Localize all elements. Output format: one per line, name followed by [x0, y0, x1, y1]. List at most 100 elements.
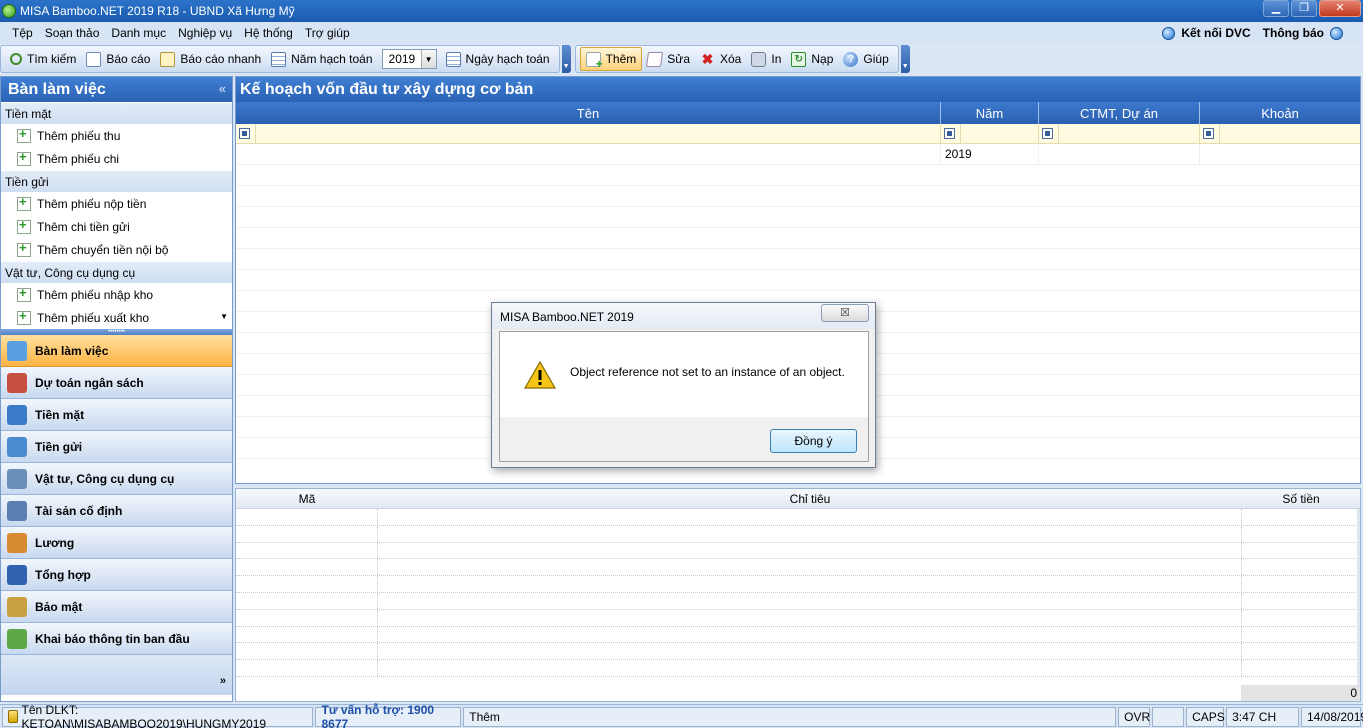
table-row[interactable]: 2019 — [236, 144, 1360, 165]
nav-initial-setup[interactable]: Khai báo thông tin ban đầu — [1, 623, 232, 655]
fiscal-year-text: Năm hạch toán — [291, 52, 373, 66]
maximize-button[interactable]: ❐ — [1291, 0, 1317, 17]
nav-salary[interactable]: Lương — [1, 527, 232, 559]
reload-button[interactable]: ↻ Nạp — [786, 47, 838, 71]
collapse-panel-icon[interactable]: « — [219, 81, 226, 96]
filter-item-input[interactable] — [1220, 124, 1360, 143]
task-add-bank-payment[interactable]: Thêm chi tiền gửi — [1, 215, 232, 238]
task-group-title: Tiền gửi — [1, 170, 232, 192]
detail-grid-header: Mã Chỉ tiêu Số tiền — [236, 489, 1360, 509]
dialog-message: Object reference not set to an instance … — [570, 365, 845, 379]
filter-toggle[interactable] — [236, 124, 256, 143]
status-bar: Tên DLKT: KETOAN\MISABAMBOO2019\HUNGMY20… — [0, 703, 1363, 728]
filter-toggle[interactable] — [1200, 124, 1220, 143]
chevron-down-icon[interactable]: ▼ — [420, 50, 436, 68]
dialog-content: Object reference not set to an instance … — [499, 331, 869, 462]
add-document-icon — [17, 126, 31, 143]
column-header-project[interactable]: CTMT, Dự án — [1039, 102, 1200, 124]
notification-link[interactable]: Thông báo — [1263, 26, 1324, 40]
task-add-deposit[interactable]: Thêm phiếu nộp tiền — [1, 192, 232, 215]
column-header-indicator[interactable]: Chỉ tiêu — [378, 489, 1242, 508]
empty-row — [236, 249, 1360, 270]
filter-icon — [239, 128, 250, 139]
nav-materials[interactable]: Vật tư, Công cụ dụng cụ — [1, 463, 232, 495]
detail-row — [236, 509, 1360, 526]
empty-row — [236, 207, 1360, 228]
search-button[interactable]: Tìm kiếm — [5, 47, 81, 71]
quick-report-button[interactable]: Báo cáo nhanh — [155, 47, 266, 71]
page-title: Kế hoạch vốn đầu tư xây dựng cơ bản — [236, 77, 1360, 102]
calendar-icon — [445, 51, 461, 67]
report-button[interactable]: Báo cáo — [81, 47, 155, 71]
task-label: Thêm chuyển tiền nội bộ — [37, 242, 169, 257]
nav-footer: » — [1, 655, 232, 695]
print-button[interactable]: In — [746, 47, 786, 71]
posting-date-button[interactable]: Ngày hạch toán — [441, 47, 555, 71]
general-ledger-icon — [7, 564, 27, 585]
menu-edit[interactable]: Soạn thảo — [39, 22, 106, 44]
menu-help[interactable]: Trợ giúp — [299, 22, 356, 44]
task-add-stock-out[interactable]: Thêm phiếu xuất kho — [1, 306, 232, 329]
nav-label: Tổng hợp — [35, 567, 91, 582]
delete-button[interactable]: ✖ Xóa — [695, 47, 746, 71]
task-add-internal-transfer[interactable]: Thêm chuyển tiền nội bộ — [1, 238, 232, 261]
nav-cash[interactable]: Tiền mặt — [1, 399, 232, 431]
status-action: Thêm — [463, 706, 1117, 727]
more-modules-icon[interactable]: » — [220, 675, 226, 687]
filter-name-input[interactable] — [256, 124, 941, 143]
menu-file[interactable]: Tệp — [0, 22, 39, 44]
cell-project — [1039, 144, 1200, 164]
column-header-year[interactable]: Năm — [941, 102, 1039, 124]
column-header-item[interactable]: Khoản — [1200, 102, 1360, 124]
task-add-stock-in[interactable]: Thêm phiếu nhập kho — [1, 283, 232, 306]
nav-label: Lương — [35, 535, 75, 550]
menu-catalog[interactable]: Danh mục — [105, 22, 172, 44]
column-header-code[interactable]: Mã — [236, 489, 378, 508]
task-group-title: Tiền mặt — [1, 102, 232, 124]
nav-general[interactable]: Tổng hợp — [1, 559, 232, 591]
filter-toggle[interactable] — [1039, 124, 1059, 143]
task-add-receipt[interactable]: Thêm phiếu thu — [1, 124, 232, 147]
search-label: Tìm kiếm — [27, 52, 77, 66]
minimize-button[interactable]: ▁ — [1263, 0, 1289, 17]
nav-workspace[interactable]: Bàn làm việc — [1, 335, 232, 367]
quick-report-icon — [160, 51, 176, 67]
left-panel: Bàn làm việc « Tiền mặt Thêm phiếu thu T… — [0, 76, 233, 702]
column-header-amount[interactable]: Số tiền — [1242, 489, 1360, 508]
dialog-title: MISA Bamboo.NET 2019 — [492, 303, 875, 329]
fiscal-year-select[interactable]: 2019 ▼ — [381, 49, 437, 69]
edit-button[interactable]: Sửa — [642, 47, 695, 71]
toolbar: Tìm kiếm Báo cáo Báo cáo nhanh Năm hạch … — [0, 44, 910, 74]
ok-button[interactable]: Đồng ý — [770, 429, 857, 453]
close-window-button[interactable]: ✕ — [1319, 0, 1361, 17]
menu-operations[interactable]: Nghiệp vụ — [172, 22, 238, 44]
vertical-scrollbar[interactable] — [1357, 509, 1360, 687]
nav-fixed-assets[interactable]: Tài sản cố định — [1, 495, 232, 527]
toolbar-overflow-grip[interactable]: ▼ — [900, 45, 910, 73]
connect-dvc-link[interactable]: Kết nối DVC — [1181, 26, 1250, 40]
nav-bank[interactable]: Tiền gửi — [1, 431, 232, 463]
menu-system[interactable]: Hệ thống — [238, 22, 299, 44]
status-database: Tên DLKT: KETOAN\MISABAMBOO2019\HUNGMY20… — [2, 703, 314, 728]
fiscal-year-label: Năm hạch toán — [266, 47, 377, 71]
help-button[interactable]: ? Giúp — [838, 47, 893, 71]
column-header-name[interactable]: Tên — [236, 102, 941, 124]
task-add-payment[interactable]: Thêm phiếu chi — [1, 147, 232, 170]
detail-row — [236, 609, 1360, 627]
edit-label: Sửa — [667, 52, 690, 66]
left-panel-header: Bàn làm việc « — [1, 77, 232, 102]
status-support[interactable]: Tư vấn hỗ trợ: 1900 8677 — [315, 703, 462, 728]
filter-year-input[interactable] — [961, 124, 1039, 143]
scroll-down-icon[interactable]: ▼ — [220, 312, 228, 321]
nav-budget[interactable]: Dự toán ngân sách — [1, 367, 232, 399]
filter-icon — [1203, 128, 1214, 139]
task-list: Tiền mặt Thêm phiếu thu Thêm phiếu chi T… — [1, 102, 232, 329]
add-document-icon — [17, 194, 31, 211]
filter-toggle[interactable] — [941, 124, 961, 143]
dialog-close-button[interactable]: ☒ — [821, 304, 869, 322]
add-button[interactable]: Thêm — [579, 47, 643, 71]
nav-security[interactable]: Bảo mật — [1, 591, 232, 623]
toolbar-overflow-grip[interactable]: ▼ — [561, 45, 571, 73]
filter-project-input[interactable] — [1059, 124, 1200, 143]
materials-icon — [7, 468, 27, 489]
